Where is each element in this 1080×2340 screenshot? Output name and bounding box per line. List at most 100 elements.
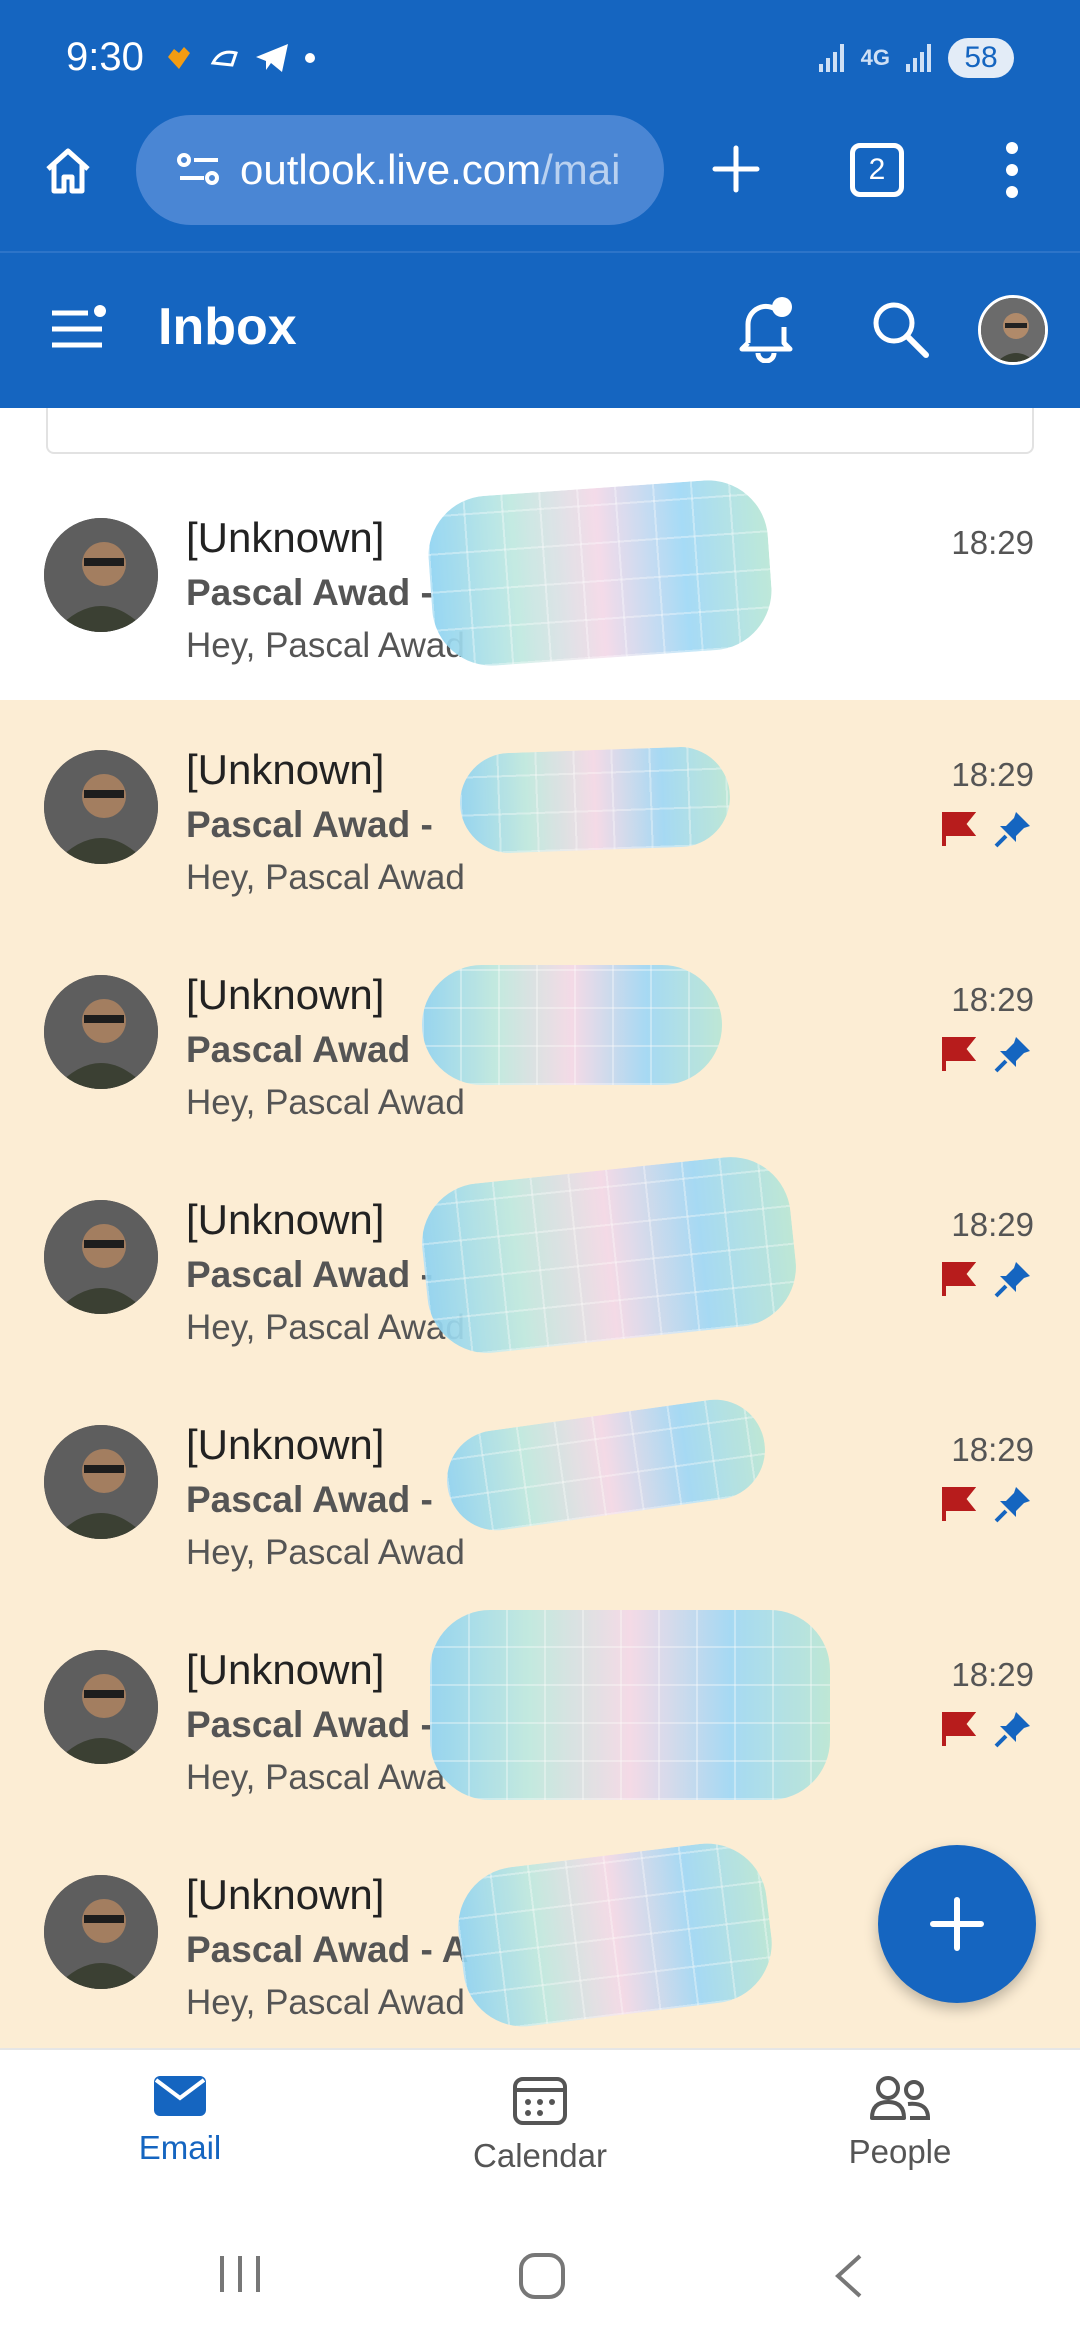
message-list[interactable]: [Unknown] Pascal Awad - Hey, Pascal Awad…: [0, 408, 1080, 2048]
signal-icon: [818, 43, 844, 72]
message-row[interactable]: [Unknown] Pascal Awad - Hey, Pascal Awad…: [0, 1150, 1080, 1375]
nav-people-label: People: [848, 2133, 952, 2170]
profile-photo-icon: [44, 518, 158, 632]
message-sender: [Unknown]: [186, 1871, 385, 1918]
message-preview: Hey, Pascal Awad: [186, 1308, 465, 1347]
nav-email-label: Email: [138, 2129, 222, 2166]
profile-photo-icon: [44, 1875, 158, 1989]
message-sender: [Unknown]: [186, 971, 385, 1018]
sender-avatar: [44, 518, 158, 632]
message-time: 18:29: [951, 1206, 1034, 1243]
flag-icon[interactable]: [940, 810, 976, 848]
network-type: 4G: [860, 44, 890, 70]
sender-avatar: [44, 975, 158, 1089]
search-icon: [873, 302, 929, 358]
message-sender: [Unknown]: [186, 514, 385, 561]
plus-icon: [712, 145, 760, 193]
nav-email[interactable]: Email: [60, 2074, 300, 2167]
sender-avatar: [44, 1650, 158, 1764]
browser-menu-button[interactable]: [992, 135, 1032, 205]
flag-icon[interactable]: [940, 1260, 976, 1298]
nav-people[interactable]: People: [780, 2074, 1020, 2171]
message-subject: Pascal Awad -: [186, 1479, 433, 1520]
message-subject: Pascal Awad -: [186, 1254, 433, 1295]
pin-icon[interactable]: [994, 1260, 1032, 1298]
pin-icon[interactable]: [994, 810, 1032, 848]
signal-icon-2: [906, 43, 931, 72]
message-time: 18:29: [951, 756, 1034, 793]
compose-button[interactable]: [878, 1845, 1036, 2003]
message-row[interactable]: [Unknown] Pascal Awad - Hey, Pascal Awa …: [0, 1600, 1080, 1825]
address-bar[interactable]: outlook.live.com/mai: [136, 115, 664, 225]
message-subject: Pascal Awad -: [186, 572, 433, 613]
notifications-button[interactable]: [734, 293, 798, 364]
nav-calendar-label: Calendar: [473, 2137, 607, 2174]
menu-button[interactable]: [48, 301, 112, 357]
message-row[interactable]: [Unknown] Pascal Awad - Hey, Pascal Awad…: [0, 1375, 1080, 1600]
calendar-icon: [513, 2077, 567, 2125]
flag-icon[interactable]: [940, 1710, 976, 1748]
message-sender: [Unknown]: [186, 746, 385, 793]
home-nav-icon[interactable]: [518, 2252, 566, 2300]
pin-icon[interactable]: [994, 1035, 1032, 1073]
sender-avatar: [44, 1425, 158, 1539]
more-vertical-icon: [1006, 142, 1018, 198]
list-top-card: [46, 408, 1034, 454]
message-preview: Hey, Pascal Awad: [186, 858, 465, 897]
profile-photo-icon: [44, 1650, 158, 1764]
status-bar: 9:30 4G 58: [0, 0, 1080, 115]
notification-icons: [162, 42, 316, 74]
site-settings-icon: [177, 153, 219, 185]
redaction-mark: [440, 1393, 772, 1537]
redaction-mark: [451, 1836, 779, 2034]
message-row[interactable]: [Unknown] Pascal Awad - Hey, Pascal Awad…: [0, 700, 1080, 925]
pin-icon[interactable]: [994, 1485, 1032, 1523]
telegram-icon: [255, 43, 288, 72]
message-row[interactable]: [Unknown] Pascal Awad Hey, Pascal Awad 1…: [0, 925, 1080, 1150]
bottom-navigation: Email Calendar People: [0, 2048, 1080, 2208]
redaction-mark: [416, 1151, 802, 1359]
profile-photo-icon: [981, 298, 1045, 362]
browser-toolbar: outlook.live.com/mai 2: [0, 115, 1080, 251]
back-icon[interactable]: [830, 2252, 866, 2300]
sender-avatar: [44, 750, 158, 864]
home-icon: [46, 148, 90, 194]
message-row[interactable]: [Unknown] Pascal Awad - Hey, Pascal Awad…: [0, 468, 1080, 693]
search-button[interactable]: [868, 297, 932, 361]
app-notification-icon: [210, 50, 238, 67]
profile-photo-icon: [44, 1425, 158, 1539]
flag-icon[interactable]: [940, 1035, 976, 1073]
message-sender: [Unknown]: [186, 1196, 385, 1243]
new-tab-button[interactable]: [706, 139, 766, 199]
account-avatar[interactable]: [978, 295, 1048, 365]
profile-photo-icon: [44, 1200, 158, 1314]
pin-icon[interactable]: [994, 1710, 1032, 1748]
page-title: Inbox: [158, 298, 297, 356]
system-navigation-bar: [0, 2208, 1080, 2340]
battery-indicator: 58: [948, 37, 1014, 78]
message-time: 18:29: [951, 1431, 1034, 1468]
recent-apps-icon[interactable]: [216, 2252, 264, 2296]
message-preview: Hey, Pascal Awad: [186, 1983, 465, 2022]
app-header: Inbox: [0, 253, 1080, 408]
message-time: 18:29: [951, 1656, 1034, 1693]
message-subject: Pascal Awad: [186, 1029, 411, 1070]
hamburger-menu-icon: [52, 305, 106, 348]
tab-switcher-button[interactable]: 2: [850, 143, 904, 197]
message-preview: Hey, Pascal Awad: [186, 1083, 465, 1122]
nav-calendar[interactable]: Calendar: [420, 2074, 660, 2175]
sender-avatar: [44, 1200, 158, 1314]
message-subject: Pascal Awad -: [186, 804, 433, 845]
message-subject: Pascal Awad - A: [186, 1929, 469, 1970]
home-button[interactable]: [36, 139, 100, 203]
redaction-mark: [424, 476, 776, 670]
bell-icon: [739, 297, 793, 364]
people-icon: [870, 2076, 931, 2120]
message-time: 18:29: [951, 524, 1034, 561]
sender-avatar: [44, 1875, 158, 1989]
url-path: /mai: [541, 146, 621, 193]
message-subject: Pascal Awad -: [186, 1704, 433, 1745]
redaction-mark: [430, 1610, 830, 1800]
flag-icon[interactable]: [940, 1485, 976, 1523]
message-time: 18:29: [951, 981, 1034, 1018]
